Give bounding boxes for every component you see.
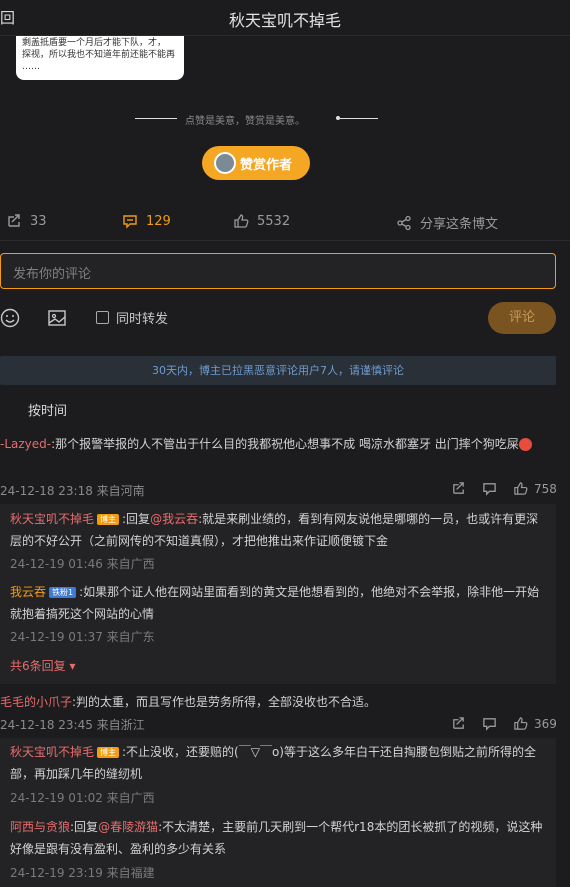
- reply-username[interactable]: 我云吞: [10, 585, 46, 599]
- repost-count: 33: [30, 213, 47, 229]
- repost-checkbox[interactable]: [96, 311, 109, 324]
- emoji-icon[interactable]: [0, 308, 20, 328]
- sort-by-time[interactable]: 按时间: [28, 400, 67, 419]
- repost-icon[interactable]: [451, 481, 466, 496]
- reply-meta: 24-12-19 01:37 来自广东: [10, 630, 155, 644]
- comment-like-count: 369: [534, 716, 557, 731]
- image-icon[interactable]: [47, 308, 67, 328]
- comment-item: -Lazyed-:那个报警举报的人不管出于什么目的我都祝他心想事不成 喝凉水都塞…: [0, 434, 556, 454]
- submit-comment-button[interactable]: 评论: [488, 302, 556, 334]
- comment-like-count: 758: [534, 481, 557, 496]
- reward-button-label: 赞赏作者: [240, 157, 293, 173]
- comment-input[interactable]: 发布你的评论: [0, 253, 556, 289]
- avatar: [214, 152, 236, 174]
- expand-replies-button[interactable]: 共6条回复 ▾: [10, 657, 76, 674]
- comment-username[interactable]: 毛毛的小爪子: [0, 695, 72, 709]
- post-image-card[interactable]: 剩盖抵盾要一个月后才能下队，才， 探视，所以我也不知道年前还能不能再 ……: [16, 36, 184, 80]
- reply-text: :回复@春陵游猫:不太清楚，主要前几天刷到一个帮代r18本的团长被抓了的视频，说…: [10, 820, 543, 856]
- share-label: 分享这条博文: [420, 217, 499, 232]
- reply-username[interactable]: 秋天宝叽不掉毛: [10, 745, 94, 759]
- reply-username[interactable]: 秋天宝叽不掉毛: [10, 512, 94, 526]
- comment-icon[interactable]: [482, 716, 497, 731]
- comment-icon: [123, 215, 137, 229]
- reward-author-button[interactable]: 赞赏作者: [202, 146, 310, 180]
- mention-link[interactable]: @我云吞: [150, 512, 198, 526]
- reply-item: 秋天宝叽不掉毛 博主:不止没收，还要赔的(￣▽￣o)等于这么多年白干还自掏腰包倒贴…: [10, 741, 550, 785]
- share-button[interactable]: 分享这条博文: [396, 213, 498, 232]
- repost-icon: [8, 214, 20, 227]
- reply-meta: 24-12-19 23:19 来自福建: [10, 866, 155, 880]
- comment-button[interactable]: 129: [122, 213, 171, 229]
- angry-emoji-icon: [518, 438, 532, 451]
- page-title: 秋天宝叽不掉毛: [228, 11, 341, 30]
- comment-icon[interactable]: [482, 481, 497, 496]
- thumbs-up-icon[interactable]: [513, 716, 528, 731]
- reply-item: 秋天宝叽不掉毛 博主:回复@我云吞:就是来刷业绩的，看到有网友说他是哪哪的一员，也…: [10, 508, 550, 552]
- repost-button[interactable]: 33: [6, 213, 47, 229]
- image-card-text: 剩盖抵盾要一个月后才能下队，才， 探视，所以我也不知道年前还能不能再 ……: [22, 38, 176, 72]
- reply-list: 秋天宝叽不掉毛 博主:回复@我云吞:就是来刷业绩的，看到有网友说他是哪哪的一员，也…: [0, 504, 556, 684]
- comment-text: :那个报警举报的人不管出于什么目的我都祝他心想事不成 喝凉水都塞牙 出门摔个狗吃…: [51, 437, 519, 451]
- divider-right: [340, 118, 378, 119]
- thumbs-up-icon[interactable]: [513, 481, 528, 496]
- comment-item: 毛毛的小爪子:判的太重，而且写作也是劳务所得，全部没收也不合适。: [0, 692, 556, 712]
- share-icon: [397, 215, 411, 230]
- reply-item: 阿西与贪狼:回复@春陵游猫:不太清楚，主要前几天刷到一个帮代r18本的团长被抓了…: [10, 816, 550, 860]
- comment-meta: 24-12-18 23:45 来自浙江: [0, 718, 145, 732]
- thumbs-up-icon: [234, 214, 249, 228]
- chevron-down-icon: ▾: [69, 659, 76, 673]
- host-badge: 博主: [97, 747, 120, 758]
- reply-username[interactable]: 阿西与贪狼: [10, 820, 70, 834]
- expand-replies-label: 共6条回复: [10, 659, 66, 673]
- comment-toolbar: 同时转发 评论: [0, 300, 570, 336]
- repost-icon[interactable]: [451, 716, 466, 731]
- comment-text: :判的太重，而且写作也是劳务所得，全部没收也不合适。: [72, 695, 377, 709]
- like-button[interactable]: 5532: [233, 213, 290, 229]
- reply-item: 我云吞 铁粉1:如果那个证人他在网站里面看到的黄文是他想看到的，他绝对不会举报，除…: [10, 581, 550, 625]
- top-bar: 回 秋天宝叽不掉毛: [0, 0, 570, 36]
- repost-checkbox-label: 同时转发: [116, 312, 169, 327]
- reply-meta: 24-12-19 01:46 来自广西: [10, 557, 155, 571]
- reply-list: 秋天宝叽不掉毛 博主:不止没收，还要赔的(￣▽￣o)等于这么多年白干还自掏腰包倒贴…: [0, 738, 556, 887]
- comment-actions: 369: [451, 716, 557, 731]
- fan-level-badge: 铁粉1: [49, 587, 77, 598]
- comment-actions: 758: [451, 481, 557, 496]
- comment-count: 129: [146, 213, 171, 229]
- post-actions: 33 129 5532 分享这条博文: [0, 205, 570, 241]
- divider-left: [135, 118, 177, 119]
- like-count: 5532: [257, 213, 291, 229]
- host-badge: 博主: [97, 514, 120, 525]
- reply-meta: 24-12-19 01:02 来自广西: [10, 791, 155, 805]
- blocked-users-notice: 30天内，博主已拉黑恶意评论用户7人，请谨慎评论: [0, 356, 556, 385]
- comment-username[interactable]: -Lazyed-: [0, 437, 51, 451]
- reply-text: :如果那个证人他在网站里面看到的黄文是他想看到的，他绝对不会举报，除非他一开始就…: [10, 585, 540, 621]
- mention-link[interactable]: @春陵游猫: [98, 820, 158, 834]
- reward-slogan: 点赞是美意，赞赏是美意。: [185, 116, 305, 127]
- comment-meta: 24-12-18 23:18 来自河南: [0, 484, 145, 498]
